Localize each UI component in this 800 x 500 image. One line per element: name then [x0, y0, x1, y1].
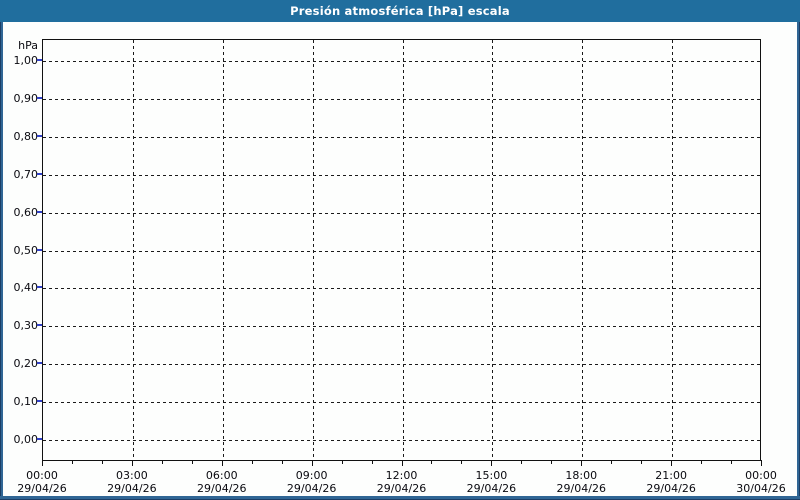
y-tick-label: 1,00 — [13, 54, 39, 67]
x-tick-time-label: 09:00 — [295, 469, 328, 482]
x-axis-minor-tick — [251, 460, 253, 464]
x-gridline — [312, 40, 314, 460]
plot-area — [42, 39, 761, 461]
y-axis-tick — [37, 400, 42, 402]
x-tick-time-label: 18:00 — [565, 469, 598, 482]
x-tick-time-label: 21:00 — [655, 469, 687, 482]
x-tick-time-label: 15:00 — [475, 469, 508, 482]
x-axis-minor-tick — [281, 460, 283, 464]
x-axis-minor-tick — [341, 460, 343, 464]
y-axis-tick — [37, 59, 42, 61]
x-axis-major-tick — [221, 460, 223, 466]
x-tick-time-label: 06:00 — [205, 469, 238, 482]
y-gridline — [43, 326, 760, 327]
x-tick-date-label: 29/04/26 — [556, 482, 606, 495]
window-border-bottom — [0, 496, 800, 500]
y-gridline — [43, 175, 760, 176]
x-axis-major-tick — [581, 460, 583, 466]
x-axis-major-tick — [42, 460, 43, 466]
x-axis-minor-tick — [641, 460, 643, 464]
x-axis-minor-tick — [101, 460, 103, 464]
y-tick-label: 0,30 — [13, 319, 39, 332]
x-gridline — [582, 40, 584, 460]
x-tick-time-label: 00:00 — [745, 469, 777, 482]
y-axis-tick — [37, 324, 42, 326]
x-tick-date-label: 29/04/26 — [646, 482, 696, 495]
x-axis-minor-tick — [371, 460, 373, 464]
x-tick-time-label: 00:00 — [26, 469, 58, 482]
chart-title: Presión atmosférica [hPa] escala — [290, 4, 510, 18]
y-tick-label: 0,50 — [13, 244, 39, 257]
x-tick-date-label: 29/04/26 — [107, 482, 157, 495]
y-tick-label: 0,80 — [13, 130, 39, 143]
y-axis-tick — [37, 173, 42, 175]
y-gridline — [43, 402, 760, 403]
x-tick-date-label: 30/04/26 — [736, 482, 786, 495]
x-gridline — [222, 40, 224, 460]
y-axis-tick — [37, 286, 42, 288]
titlebar: Presión atmosférica [hPa] escala — [0, 0, 800, 22]
y-tick-label: 0,40 — [13, 281, 39, 294]
y-axis-tick — [37, 249, 42, 251]
y-axis-tick — [37, 135, 42, 137]
y-axis-tick — [37, 211, 42, 213]
x-axis-minor-tick — [521, 460, 523, 464]
x-gridline — [492, 40, 494, 460]
x-axis-minor-tick — [701, 460, 703, 464]
y-gridline — [43, 440, 760, 441]
x-axis-minor-tick — [461, 460, 463, 464]
y-tick-label: 0,60 — [13, 206, 39, 219]
y-gridline — [43, 288, 760, 289]
y-axis-tick — [37, 438, 42, 440]
x-axis-major-tick — [311, 460, 313, 466]
x-axis-minor-tick — [551, 460, 553, 464]
x-tick-date-label: 29/04/26 — [466, 482, 517, 495]
x-tick-time-label: 12:00 — [385, 469, 418, 482]
x-axis-minor-tick — [731, 460, 733, 464]
y-tick-label: 0,90 — [13, 92, 39, 105]
x-axis-major-tick — [491, 460, 493, 466]
y-axis-unit-label: hPa — [18, 39, 38, 52]
x-gridline — [402, 40, 404, 460]
x-tick-date-label: 29/04/26 — [286, 482, 337, 495]
y-axis-tick — [37, 362, 42, 364]
x-axis-minor-tick — [431, 460, 433, 464]
x-gridline — [672, 40, 674, 460]
window-border-left — [0, 22, 3, 500]
y-gridline — [43, 364, 760, 365]
y-tick-label: 0,10 — [13, 395, 39, 408]
x-axis-minor-tick — [71, 460, 73, 464]
y-gridline — [43, 213, 760, 214]
y-tick-label: 0,20 — [13, 357, 39, 370]
y-axis-tick — [37, 97, 42, 99]
y-gridline — [43, 137, 760, 138]
x-gridline — [132, 40, 134, 460]
x-tick-time-label: 03:00 — [116, 469, 148, 482]
x-tick-date-label: 29/04/26 — [17, 482, 67, 495]
x-tick-date-label: 29/04/26 — [376, 482, 427, 495]
app-window: Presión atmosférica [hPa] escala hPa 1,0… — [0, 0, 800, 500]
x-axis-minor-tick — [191, 460, 193, 464]
y-gridline — [43, 99, 760, 100]
x-tick-date-label: 29/04/26 — [197, 482, 247, 495]
y-gridline — [43, 251, 760, 252]
y-tick-label: 0,70 — [13, 168, 39, 181]
x-axis-major-tick — [761, 460, 762, 466]
y-tick-label: 0,00 — [13, 433, 39, 446]
x-axis-minor-tick — [161, 460, 163, 464]
x-axis-major-tick — [401, 460, 403, 466]
x-axis-major-tick — [131, 460, 133, 466]
x-axis-minor-tick — [611, 460, 613, 464]
y-gridline — [43, 61, 760, 62]
x-axis-major-tick — [671, 460, 673, 466]
